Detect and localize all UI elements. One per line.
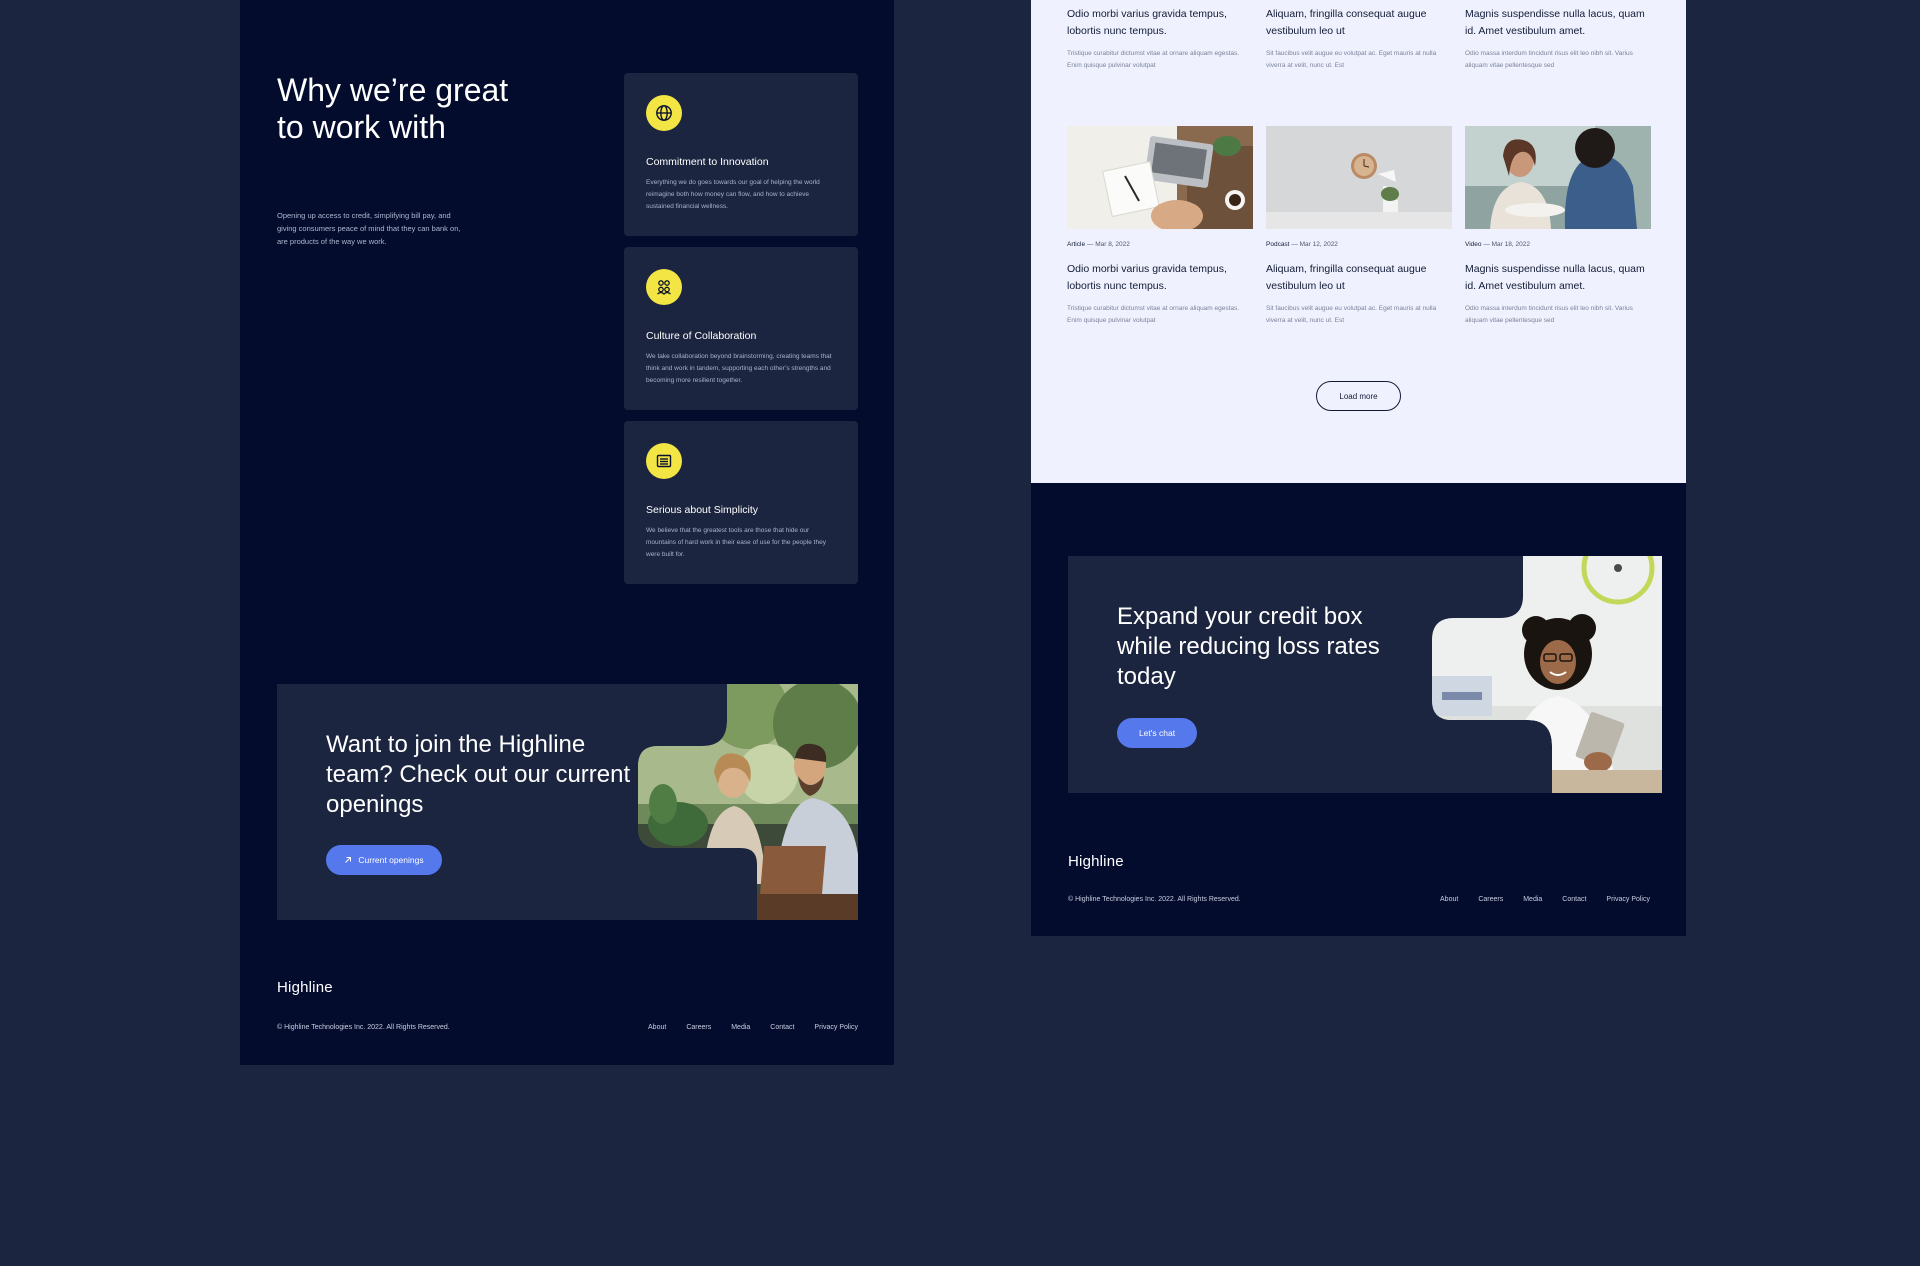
careers-cta-card: Want to join the Highline team? Check ou… — [277, 684, 858, 920]
article-date: Mar 18, 2022 — [1491, 241, 1530, 248]
article-title: Magnis suspendisse nulla lacus, quam id.… — [1465, 8, 1645, 37]
current-openings-button[interactable]: Current openings — [326, 845, 442, 875]
article-meta: Article — Mar 8, 2022 — [1067, 241, 1253, 248]
lets-chat-button[interactable]: Let's chat — [1117, 718, 1197, 748]
credit-cta-heading: Expand your credit box while reducing lo… — [1117, 603, 1380, 690]
article-thumbnail — [1465, 126, 1651, 229]
arrow-up-right-icon — [345, 857, 352, 863]
current-openings-label: Current openings — [358, 855, 424, 865]
article-excerpt: Odio massa interdum tincidunt risus elit… — [1465, 305, 1633, 324]
footer-nav: About Careers Media Contact Privacy Poli… — [648, 1024, 858, 1031]
article-excerpt: Tristique curabitur dictumst vitae at or… — [1067, 305, 1240, 324]
article-title: Odio morbi varius gravida tempus, lobort… — [1067, 8, 1227, 37]
document-icon — [646, 443, 682, 479]
footer-copyright: © Highline Technologies Inc. 2022. All R… — [277, 1024, 450, 1031]
value-text: We believe that the greatest tools are t… — [646, 527, 826, 558]
article-card[interactable]: Magnis suspendisse nulla lacus, quam id.… — [1465, 6, 1651, 72]
article-card[interactable]: Video — Mar 18, 2022 Magnis suspendisse … — [1465, 126, 1651, 327]
footer-link-privacy[interactable]: Privacy Policy — [814, 1024, 858, 1031]
footer-link-careers[interactable]: Careers — [1478, 896, 1503, 903]
article-title: Aliquam, fringilla consequat augue vesti… — [1266, 263, 1427, 292]
article-card[interactable]: Odio morbi varius gravida tempus, lobort… — [1067, 6, 1253, 72]
article-card[interactable]: Aliquam, fringilla consequat augue vesti… — [1266, 6, 1452, 72]
article-title: Magnis suspendisse nulla lacus, quam id.… — [1465, 263, 1645, 292]
article-separator: — — [1086, 241, 1094, 248]
careers-page-panel: Why we’re great to work with Opening up … — [240, 0, 894, 1065]
article-type: Article — [1067, 241, 1086, 248]
footer-copyright: © Highline Technologies Inc. 2022. All R… — [1068, 896, 1241, 903]
article-title: Aliquam, fringilla consequat augue vesti… — [1266, 8, 1427, 37]
article-meta: Video — Mar 18, 2022 — [1465, 241, 1651, 248]
article-card[interactable]: Podcast — Mar 12, 2022 Aliquam, fringill… — [1266, 126, 1452, 327]
value-card-collaboration: Culture of Collaboration We take collabo… — [624, 247, 858, 410]
article-excerpt: Sit faucibus velit augue eu volutpat ac.… — [1266, 305, 1437, 324]
value-title: Commitment to Innovation — [646, 156, 769, 168]
value-card-innovation: Commitment to Innovation Everything we d… — [624, 73, 858, 236]
article-thumbnail — [1266, 126, 1452, 229]
article-excerpt: Odio massa interdum tincidunt risus elit… — [1465, 50, 1633, 69]
footer-logo[interactable]: Highline — [1068, 853, 1124, 870]
value-title: Culture of Collaboration — [646, 330, 757, 342]
footer-link-contact[interactable]: Contact — [1562, 896, 1586, 903]
article-thumbnail — [1067, 126, 1253, 229]
footer-link-media[interactable]: Media — [731, 1024, 750, 1031]
footer-logo[interactable]: Highline — [277, 979, 333, 996]
load-more-button[interactable]: Load more — [1316, 381, 1401, 411]
article-meta: Podcast — Mar 12, 2022 — [1266, 241, 1452, 248]
footer-nav: About Careers Media Contact Privacy Poli… — [1440, 896, 1650, 903]
footer-link-privacy[interactable]: Privacy Policy — [1606, 896, 1650, 903]
globe-icon — [646, 95, 682, 131]
article-separator: — — [1483, 241, 1490, 248]
value-card-simplicity: Serious about Simplicity We believe that… — [624, 421, 858, 584]
article-excerpt: Sit faucibus velit augue eu volutpat ac.… — [1266, 50, 1437, 69]
footer-link-about[interactable]: About — [1440, 896, 1458, 903]
value-text: We take collaboration beyond brainstormi… — [646, 353, 832, 384]
team-photo — [638, 684, 858, 920]
credit-cta-card: Expand your credit box while reducing lo… — [1068, 556, 1662, 793]
footer-link-contact[interactable]: Contact — [770, 1024, 794, 1031]
value-title: Serious about Simplicity — [646, 504, 759, 516]
article-type: Video — [1465, 241, 1482, 248]
footer-link-about[interactable]: About — [648, 1024, 666, 1031]
article-excerpt: Tristique curabitur dictumst vitae at or… — [1067, 50, 1240, 69]
article-separator: — — [1291, 241, 1298, 248]
careers-cta-heading: Want to join the Highline team? Check ou… — [326, 731, 631, 818]
article-title: Odio morbi varius gravida tempus, lobort… — [1067, 263, 1227, 292]
article-type: Podcast — [1266, 241, 1290, 248]
why-heading: Why we’re great to work with — [277, 72, 509, 145]
professional-photo — [1432, 556, 1662, 793]
article-date: Mar 12, 2022 — [1299, 241, 1338, 248]
value-text: Everything we do goes towards our goal o… — [646, 179, 820, 210]
article-date: Mar 8, 2022 — [1095, 241, 1130, 248]
footer-link-media[interactable]: Media — [1523, 896, 1542, 903]
resources-page-panel: Odio morbi varius gravida tempus, lobort… — [1031, 0, 1686, 483]
team-icon — [646, 269, 682, 305]
footer-link-careers[interactable]: Careers — [686, 1024, 711, 1031]
why-description: Opening up access to credit, simplifying… — [277, 211, 461, 246]
resources-footer-section: Expand your credit box while reducing lo… — [1031, 483, 1686, 936]
article-card[interactable]: Article — Mar 8, 2022 Odio morbi varius … — [1067, 126, 1253, 327]
